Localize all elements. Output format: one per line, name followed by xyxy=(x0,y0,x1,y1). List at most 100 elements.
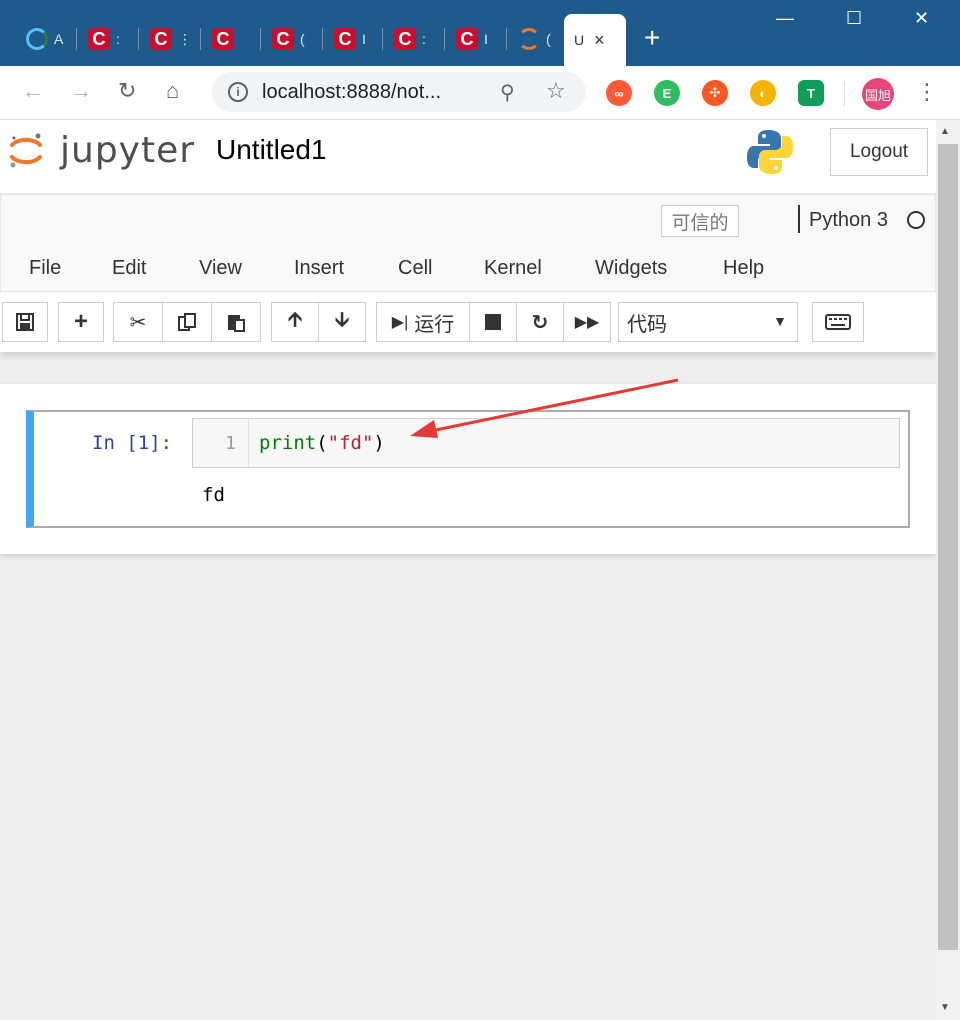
tab-title: ⋮ xyxy=(178,30,192,47)
code-function: print xyxy=(259,432,317,454)
notebook-menubar: 可信的 Python 3 File Edit View Insert Cell … xyxy=(0,194,936,292)
move-down-button[interactable]: 🡫 xyxy=(318,302,366,342)
toolbar-divider xyxy=(844,82,845,106)
scissors-icon: ✂ xyxy=(129,311,147,334)
profile-avatar[interactable]: 国旭 xyxy=(862,78,894,110)
chrome-like-ext-icon[interactable]: ◐ xyxy=(750,80,776,106)
menu-insert[interactable]: Insert xyxy=(294,257,344,280)
close-window-button[interactable]: ✕ xyxy=(914,8,929,29)
stop-icon xyxy=(485,314,501,330)
csdn-icon: C xyxy=(394,28,416,50)
menu-help[interactable]: Help xyxy=(723,257,764,280)
tab-title: : xyxy=(116,31,120,47)
browser-menu-icon[interactable]: ⋮ xyxy=(916,78,938,106)
browser-tab[interactable]: ( xyxy=(506,18,551,60)
loading-ring-icon xyxy=(26,28,48,50)
tab-title: : xyxy=(422,31,426,47)
dropdown-caret-icon: ▼ xyxy=(773,313,787,329)
infinity-ext-icon[interactable]: ∞ xyxy=(606,80,632,106)
active-browser-tab[interactable]: U × xyxy=(564,14,626,66)
save-button[interactable] xyxy=(2,302,48,342)
back-arrow-icon[interactable]: ← xyxy=(22,78,44,104)
restart-run-all-button[interactable]: ▶▶ xyxy=(563,302,611,342)
jupyter-wordmark: jupyter xyxy=(60,130,196,171)
tab-title: A xyxy=(54,31,64,47)
command-palette-button[interactable] xyxy=(812,302,864,342)
code-line[interactable]: print("fd") xyxy=(259,432,385,454)
zoom-icon[interactable]: ⚲ xyxy=(500,80,515,105)
code-string: "fd" xyxy=(327,432,374,454)
trusted-indicator[interactable]: 可信的 xyxy=(661,205,739,237)
cell-type-select[interactable]: 代码 ▼ xyxy=(618,302,798,342)
browser-tab[interactable]: C I xyxy=(444,18,488,60)
notebook-toolbar: + ✂ 🡩 🡫 ▶​| 运行 ↻ ▶▶ 代码 ▼ xyxy=(0,292,936,352)
maximize-button[interactable]: ☐ xyxy=(846,8,862,29)
annotation-arrow-icon xyxy=(410,378,679,438)
arrow-down-icon: 🡫 xyxy=(334,309,350,331)
reload-icon[interactable]: ↻ xyxy=(118,78,136,104)
save-icon xyxy=(16,313,34,331)
logout-button[interactable]: Logout xyxy=(830,128,928,176)
tab-title: I xyxy=(362,31,366,47)
browser-tab[interactable]: A xyxy=(14,18,63,60)
scrollbar-thumb[interactable] xyxy=(938,144,958,950)
tab-title: ( xyxy=(300,31,305,47)
browser-tab[interactable]: C ⋮ xyxy=(138,18,192,60)
new-tab-button[interactable]: + xyxy=(644,22,660,54)
run-button[interactable]: ▶​| 运行 xyxy=(376,302,470,342)
copy-icon xyxy=(178,313,196,331)
scroll-down-arrow-icon[interactable]: ▼ xyxy=(940,1002,950,1013)
browser-tab[interactable]: C I xyxy=(322,18,366,60)
interrupt-kernel-button[interactable] xyxy=(469,302,517,342)
browser-tab[interactable]: C : xyxy=(382,18,426,60)
paste-icon xyxy=(228,315,245,332)
insert-cell-button[interactable]: + xyxy=(58,302,104,342)
home-icon[interactable]: ⌂ xyxy=(166,78,179,104)
paste-button[interactable] xyxy=(211,302,261,342)
menu-kernel[interactable]: Kernel xyxy=(484,257,542,280)
minimize-button[interactable]: — xyxy=(776,8,794,29)
move-up-button[interactable]: 🡩 xyxy=(271,302,319,342)
browser-tab[interactable]: C ( xyxy=(260,18,305,60)
menu-file[interactable]: File xyxy=(29,257,61,280)
bookmark-star-icon[interactable]: ☆ xyxy=(546,78,566,104)
close-tab-icon[interactable]: × xyxy=(594,30,605,51)
kernel-idle-indicator-icon xyxy=(907,211,925,229)
tab-title: ( xyxy=(546,31,551,47)
line-number: 1 xyxy=(193,419,249,467)
step-forward-icon: ▶​| xyxy=(391,314,409,331)
mindmap-ext-icon[interactable]: ✣ xyxy=(702,80,728,106)
cell-type-value: 代码 xyxy=(627,313,667,336)
shield-t-ext-icon[interactable]: T xyxy=(798,80,824,106)
csdn-icon: C xyxy=(150,28,172,50)
arrow-up-icon: 🡩 xyxy=(287,309,303,331)
browser-tab[interactable]: C xyxy=(200,18,240,60)
kernel-name: Python 3 xyxy=(809,209,888,231)
menu-view[interactable]: View xyxy=(199,257,242,280)
code-paren-close: ) xyxy=(373,432,385,454)
jupyter-page: jupyter Untitled1 Logout 可信的 Python 3 Fi… xyxy=(0,120,936,1020)
cell-output: fd xyxy=(202,484,225,506)
address-bar[interactable]: i localhost:8888/not... ⚲ ☆ xyxy=(212,72,586,112)
copy-button[interactable] xyxy=(162,302,212,342)
tab-title: I xyxy=(484,31,488,47)
browser-toolbar: ← → ↻ ⌂ i localhost:8888/not... ⚲ ☆ ∞ E … xyxy=(0,66,960,120)
jupyter-logo[interactable]: jupyter xyxy=(8,130,195,171)
cut-button[interactable]: ✂ xyxy=(113,302,163,342)
browser-tab[interactable]: C : xyxy=(76,18,120,60)
forward-arrow-icon[interactable]: → xyxy=(70,78,92,104)
plus-icon: + xyxy=(73,308,88,335)
menu-edit[interactable]: Edit xyxy=(112,257,146,280)
url-text[interactable]: localhost:8888/not... xyxy=(262,81,441,104)
csdn-icon: C xyxy=(88,28,110,50)
keyboard-icon xyxy=(825,314,851,330)
notebook-title[interactable]: Untitled1 xyxy=(216,134,327,166)
csdn-icon: C xyxy=(334,28,356,50)
site-info-icon[interactable]: i xyxy=(228,82,248,102)
scroll-up-arrow-icon[interactable]: ▲ xyxy=(940,126,950,137)
restart-kernel-button[interactable]: ↻ xyxy=(516,302,564,342)
menu-cell[interactable]: Cell xyxy=(398,257,432,280)
menu-widgets[interactable]: Widgets xyxy=(595,257,667,280)
jupyter-icon xyxy=(518,28,540,50)
evernote-ext-icon[interactable]: E xyxy=(654,80,680,106)
